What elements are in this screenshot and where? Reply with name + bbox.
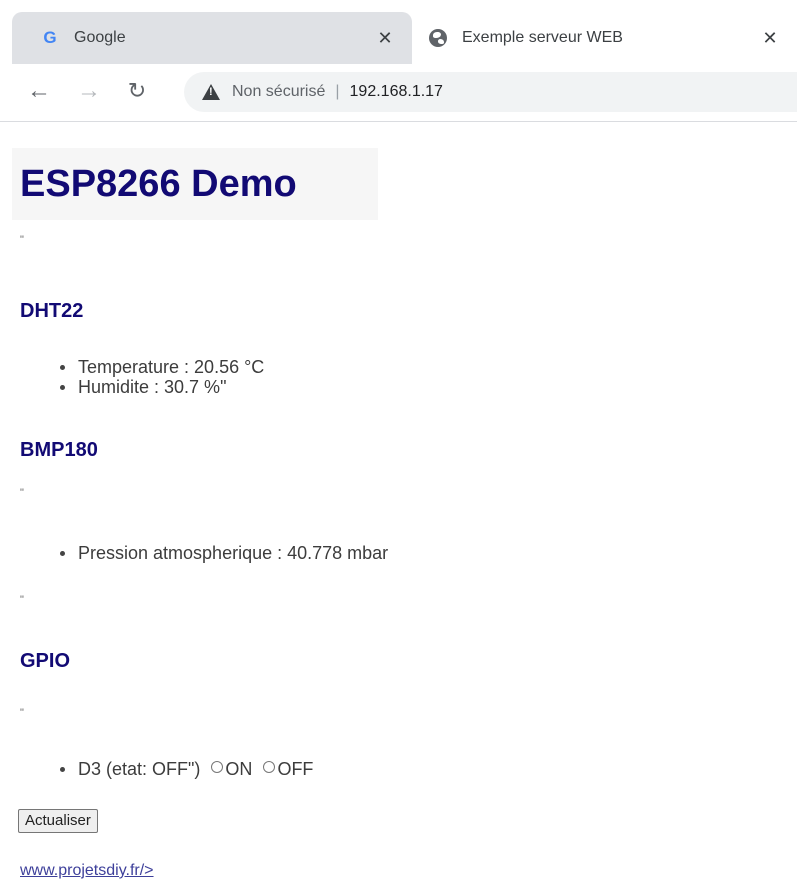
stray-quote: "	[20, 594, 24, 606]
security-label[interactable]: Non sécurisé	[232, 83, 325, 101]
dht22-list: Temperature : 20.56 °C Humidite : 30.7 %…	[0, 357, 264, 397]
forward-arrow-icon[interactable]: →	[72, 74, 106, 108]
tab-exemple-serveur-web[interactable]: Exemple serveur WEB ✕	[420, 12, 797, 64]
refresh-button[interactable]: Actualiser	[18, 809, 98, 833]
radio-off-label[interactable]: OFF	[277, 759, 313, 779]
url-text[interactable]: 192.168.1.17	[350, 83, 443, 101]
back-arrow-icon[interactable]: ←	[22, 74, 56, 108]
d3-state-label: D3 (etat: OFF")	[78, 759, 201, 779]
tab-bar: G Google ✕ Exemple serveur WEB ✕	[0, 0, 797, 64]
close-tab-icon[interactable]: ✕	[370, 28, 400, 49]
d3-radio-group: ON OFF	[205, 759, 313, 779]
tab-title: Exemple serveur WEB	[462, 29, 623, 46]
bmp180-list: Pression atmospherique : 40.778 mbar	[0, 543, 388, 563]
tab-google[interactable]: G Google ✕	[12, 12, 412, 64]
list-item-d3: D3 (etat: OFF") ON OFF	[0, 759, 313, 779]
bmp180-heading: BMP180	[20, 439, 98, 461]
list-item-humidity: Humidite : 30.7 %"	[0, 377, 264, 397]
address-bar[interactable]: Non sécurisé | 192.168.1.17	[184, 72, 797, 112]
warning-icon[interactable]	[202, 84, 220, 100]
browser-toolbar: ← → ↻ Non sécurisé | 192.168.1.17	[0, 64, 797, 122]
footer-link[interactable]: www.projetsdiy.fr/>	[20, 862, 154, 880]
close-tab-icon[interactable]: ✕	[755, 28, 785, 49]
gpio-list: D3 (etat: OFF") ON OFF	[0, 759, 313, 779]
globe-icon	[428, 28, 448, 48]
tab-title: Google	[74, 29, 126, 46]
list-item-temperature: Temperature : 20.56 °C	[0, 357, 264, 377]
address-separator: |	[335, 83, 340, 100]
google-icon: G	[43, 28, 57, 47]
radio-on[interactable]	[211, 761, 224, 773]
dht22-heading: DHT22	[20, 300, 84, 322]
stray-quote: "	[20, 707, 24, 719]
stray-quote: "	[20, 234, 24, 246]
list-item-pressure: Pression atmospherique : 40.778 mbar	[0, 543, 388, 563]
page-title: ESP8266 Demo	[12, 148, 378, 220]
radio-off[interactable]	[263, 761, 276, 773]
reload-icon[interactable]: ↻	[120, 74, 154, 108]
stray-quote: "	[20, 487, 24, 499]
radio-on-label[interactable]: ON	[225, 759, 252, 779]
gpio-heading: GPIO	[20, 650, 71, 672]
